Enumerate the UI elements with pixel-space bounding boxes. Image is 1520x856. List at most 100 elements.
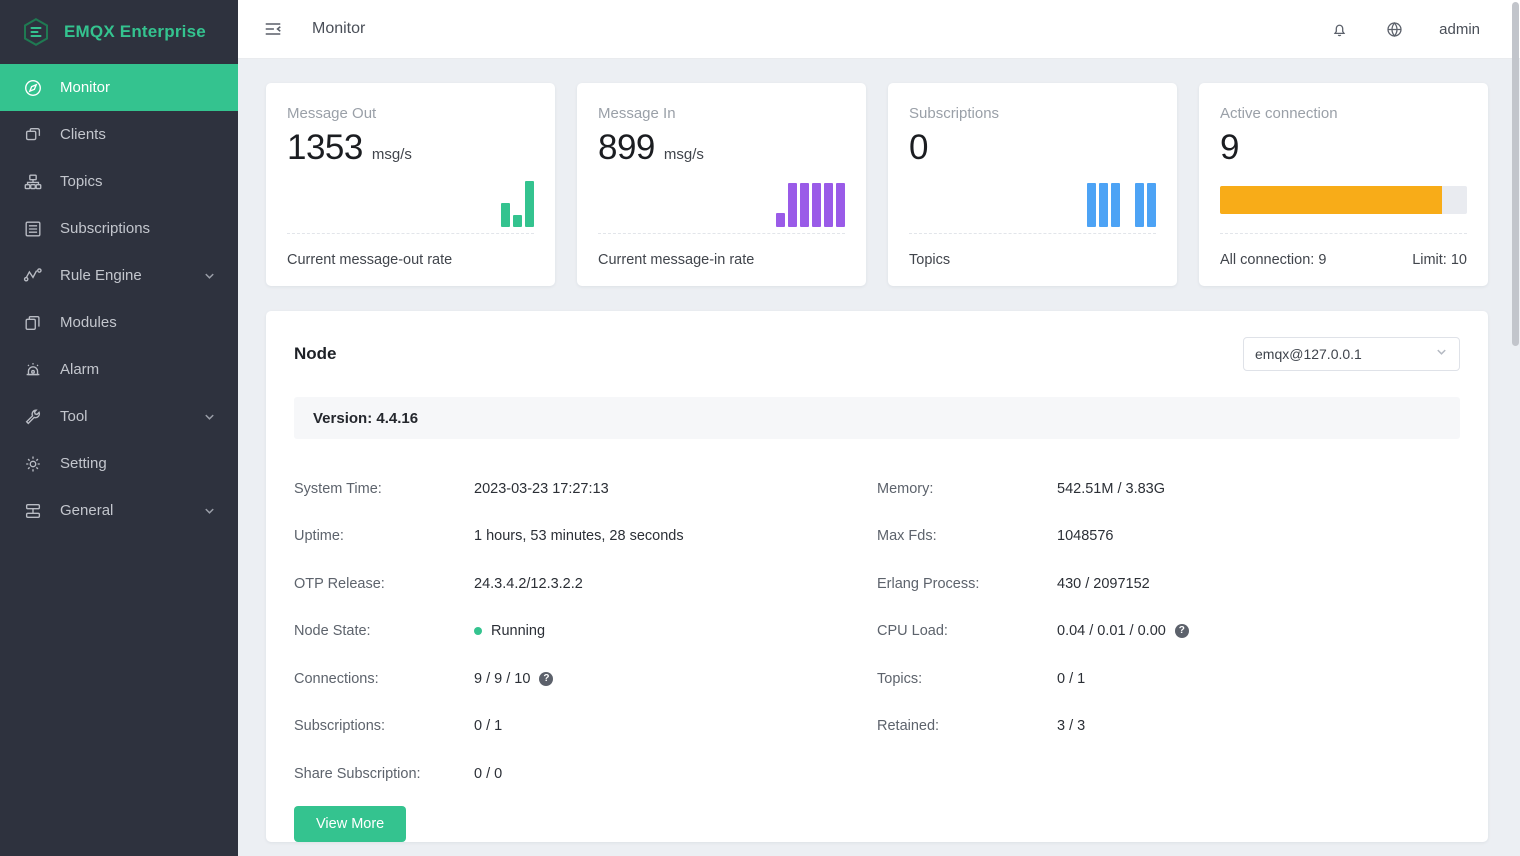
sidebar-item-label: General [60,502,114,519]
scrollbar-thumb[interactable] [1512,2,1519,346]
chevron-down-icon[interactable] [203,269,216,282]
bell-icon[interactable] [1329,19,1350,40]
view-more-button[interactable]: View More [294,805,407,842]
node-details-right-column: Memory: 542.51M / 3.83G Max Fds: 1048576… [877,465,1460,798]
wrench-icon [22,406,44,428]
chevron-down-icon [1435,345,1448,363]
stat-card-subscriptions: Subscriptions 0 Topics [888,83,1177,286]
list-rows-icon [22,218,44,240]
detail-value: 0.04 / 0.01 / 0.00 [1057,623,1166,640]
card-footer-right: Limit: 10 [1412,252,1467,268]
sidebar-item-tool[interactable]: Tool [0,393,238,440]
detail-row-retained: Retained: 3 / 3 [877,703,1460,751]
sidebar-item-modules[interactable]: Modules [0,299,238,346]
sidebar-item-subscriptions[interactable]: Subscriptions [0,205,238,252]
stacked-cards-icon [22,312,44,334]
detail-key: CPU Load: [877,623,948,640]
sidebar-item-general[interactable]: General [0,487,238,534]
card-unit: msg/s [663,146,704,163]
connection-progress-bar [1220,173,1467,233]
sidebar-item-monitor[interactable]: Monitor [0,64,238,111]
detail-key: Memory: [877,480,934,497]
sidebar-item-setting[interactable]: Setting [0,440,238,487]
detail-value: 1 hours, 53 minutes, 28 seconds [474,528,684,545]
detail-value: 0 / 1 [1057,670,1086,687]
node-panel: Node emqx@127.0.0.1 Version: 4.4.16 Syst… [266,311,1488,842]
content-scroll-area: Message Out 1353 msg/s Current message-o… [238,59,1520,856]
sidebar-item-rule-engine[interactable]: Rule Engine [0,252,238,299]
brand-logo[interactable]: EMQX Enterprise [0,0,238,64]
detail-value: 430 / 2097152 [1057,575,1150,592]
detail-key: Subscriptions: [294,718,386,735]
detail-value: 0 / 1 [474,718,503,735]
sidebar-item-label: Setting [60,455,107,472]
gear-icon [22,453,44,475]
detail-key: Uptime: [294,528,344,545]
detail-value: 1048576 [1057,528,1114,545]
sidebar-item-topics[interactable]: Topics [0,158,238,205]
stat-cards: Message Out 1353 msg/s Current message-o… [266,83,1488,286]
card-value: 9 [1220,128,1239,167]
card-title: Message Out [287,105,377,122]
help-icon[interactable]: ? [539,671,554,686]
detail-key: Erlang Process: [877,575,980,592]
card-unit: msg/s [371,146,412,163]
detail-key: Retained: [877,718,940,735]
globe-icon[interactable] [1384,19,1405,40]
sidebar-item-alarm[interactable]: Alarm [0,346,238,393]
vertical-scrollbar[interactable] [1511,0,1520,856]
user-menu[interactable]: admin [1439,21,1480,38]
node-panel-header: Node emqx@127.0.0.1 [294,337,1460,371]
topbar-actions: admin [1329,19,1480,40]
version-banner: Version: 4.4.16 [294,397,1460,439]
detail-row-system-time: System Time: 2023-03-23 17:27:13 [294,465,877,513]
node-details-left-column: System Time: 2023-03-23 17:27:13 Uptime:… [294,465,877,798]
clients-icon [22,124,44,146]
detail-key: OTP Release: [294,575,385,592]
detail-value: 3 / 3 [1057,718,1086,735]
stat-card-message-out: Message Out 1353 msg/s Current message-o… [266,83,555,286]
sidebar-item-clients[interactable]: Clients [0,111,238,158]
detail-value-wrap: 0.04 / 0.01 / 0.00 ? [1057,623,1189,639]
detail-row-connections: Connections: 9 / 9 / 10 ? [294,655,877,703]
detail-key: Connections: [294,670,379,687]
card-title: Subscriptions [909,105,1000,122]
main-area: Monitor admin Message Out 1353 msg/s Cur… [238,0,1520,856]
card-value: 899 [598,128,655,167]
topbar: Monitor admin [238,0,1520,59]
node-select-dropdown[interactable]: emqx@127.0.0.1 [1243,337,1460,371]
sidebar-item-label: Rule Engine [60,267,142,284]
card-sparkline [598,167,845,233]
nodes-graph-icon [22,265,44,287]
page-title: Node [294,344,337,363]
card-value: 0 [909,128,928,167]
hamburger-collapse-icon[interactable] [262,18,284,40]
sidebar-item-label: Modules [60,314,117,331]
sidebar-item-label: Clients [60,126,106,143]
sidebar: EMQX Enterprise Monitor Clients Topics S… [0,0,238,856]
sidebar-item-label: Alarm [60,361,100,378]
siren-icon [22,359,44,381]
hexagon-logo-icon [20,16,52,48]
card-footer-left: Current message-in rate [598,252,755,268]
detail-row-otp-release: OTP Release: 24.3.4.2/12.3.2.2 [294,560,877,608]
detail-value: 2023-03-23 17:27:13 [474,480,609,497]
sidebar-item-label: Monitor [60,79,111,96]
chevron-down-icon[interactable] [203,504,216,517]
help-icon[interactable]: ? [1174,624,1189,639]
detail-value-wrap: Running [474,623,545,639]
chevron-down-icon[interactable] [203,410,216,423]
card-footer-left: All connection: 9 [1220,252,1327,268]
detail-key: Max Fds: [877,528,937,545]
detail-key: System Time: [294,480,382,497]
node-details-grid: System Time: 2023-03-23 17:27:13 Uptime:… [294,465,1460,798]
sidebar-item-label: Subscriptions [60,220,151,237]
card-title: Message In [598,105,676,122]
detail-row-share-subscription: Share Subscription: 0 / 0 [294,750,877,798]
card-value: 1353 [287,128,363,167]
detail-row-erlang-process: Erlang Process: 430 / 2097152 [877,560,1460,608]
card-sparkline [909,167,1156,233]
card-footer-left: Current message-out rate [287,252,453,268]
breadcrumb: Monitor [312,20,366,37]
detail-row-subscriptions: Subscriptions: 0 / 1 [294,703,877,751]
